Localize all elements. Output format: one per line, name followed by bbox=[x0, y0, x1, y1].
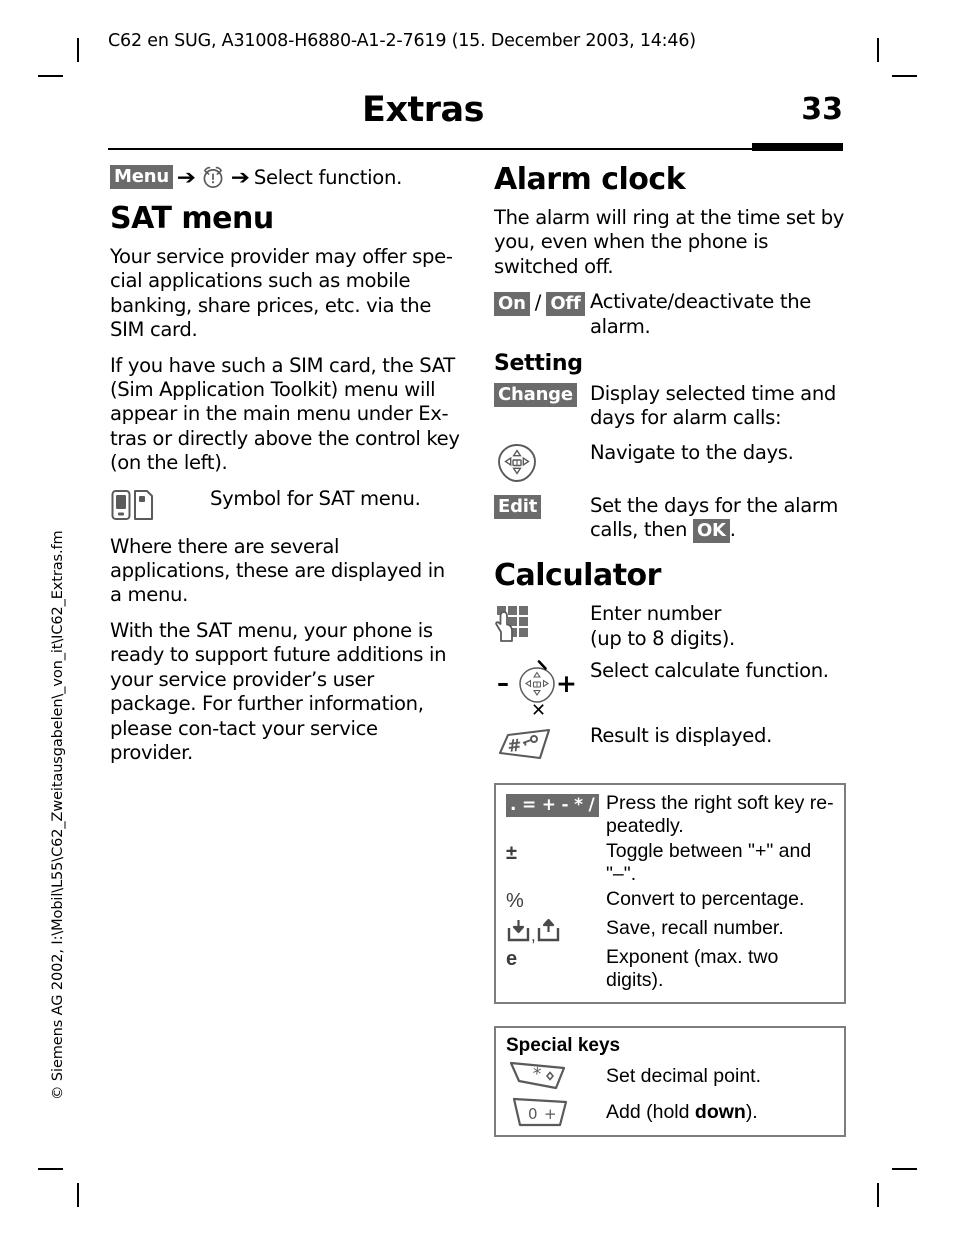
special-keys-title: Special keys bbox=[506, 1035, 621, 1057]
table-row: . = + - * / Press the right soft key re-… bbox=[504, 792, 836, 838]
arrow-right-icon-1: ➔ bbox=[176, 165, 196, 189]
crop-mark-top-left-vertical bbox=[77, 38, 79, 62]
zero-key-desc-post: ). bbox=[745, 1101, 758, 1124]
crop-mark-bottom-right-vertical bbox=[877, 1183, 879, 1207]
plus-minus-glyph: ± bbox=[506, 842, 517, 865]
table-row: ± Toggle between "+" and "–". bbox=[504, 840, 836, 886]
ok-button[interactable]: OK bbox=[692, 519, 730, 544]
table-row: , Save, recall number. bbox=[504, 917, 836, 944]
crop-mark-top-left-horizontal bbox=[38, 75, 63, 77]
star-key-description: Set decimal point. bbox=[606, 1065, 762, 1088]
section-title-calculator: Calculator bbox=[494, 558, 661, 594]
svg-text:✕: ✕ bbox=[531, 700, 546, 718]
special-keys-box: Special keys * Set decimal point. 0 + Ad… bbox=[494, 1026, 846, 1138]
menu-path-tail: Select function. bbox=[253, 165, 403, 189]
calc-enter-number-description: Enter number (up to 8 digits). bbox=[590, 602, 735, 650]
star-key-icon: * bbox=[504, 1059, 606, 1093]
setting-row-navigate: Navigate to the days. bbox=[494, 441, 846, 484]
svg-text:0: 0 bbox=[528, 1105, 538, 1123]
softkey-symbols-description: Press the right soft key re-peatedly. bbox=[606, 792, 834, 838]
exponent-glyph: e bbox=[506, 948, 518, 971]
softkey-symbols-cell: . = + - * / bbox=[504, 792, 606, 819]
calc-result-description: Result is displayed. bbox=[590, 724, 772, 748]
percent-glyph: % bbox=[506, 890, 524, 913]
crop-mark-top-right-horizontal bbox=[892, 75, 917, 77]
plus-minus-description: Toggle between "+" and "–". bbox=[606, 840, 812, 886]
section-title-sat-menu: SAT menu bbox=[110, 201, 274, 236]
setting-edit-desc-post: . bbox=[729, 518, 736, 542]
running-header: C62 en SUG, A31008-H6880-A1-2-7619 (15. … bbox=[108, 31, 696, 51]
menu-path-line: Menu ➔ ➔ Select function. bbox=[110, 163, 462, 191]
crop-mark-bottom-left-horizontal bbox=[38, 1168, 63, 1170]
zero-key-description: Add (hold down). bbox=[606, 1095, 836, 1124]
calc-select-function-description: Select calculate function. bbox=[590, 659, 829, 683]
menu-button[interactable]: Menu bbox=[110, 165, 173, 189]
paragraph-sat-1: Your service provider may offer spe-cial… bbox=[110, 245, 453, 342]
setting-navigate-description: Navigate to the days. bbox=[590, 440, 794, 464]
setting-change-description: Display selected time and days for alarm… bbox=[590, 382, 836, 430]
percent-description: Convert to percentage. bbox=[606, 888, 805, 911]
page-number: 33 bbox=[801, 92, 843, 127]
table-row: e Exponent (max. two digits). bbox=[504, 946, 836, 992]
sat-symbol-label: Symbol for SAT menu. bbox=[210, 486, 421, 510]
paragraph-sat-2: If you have such a SIM card, the SAT (Si… bbox=[110, 353, 460, 475]
paragraph-sat-3: Where there are several applications, th… bbox=[110, 534, 445, 607]
calc-row-enter-number: Enter number (up to 8 digits). bbox=[494, 602, 846, 651]
crop-mark-bottom-right-horizontal bbox=[892, 1168, 917, 1170]
paragraph-alarm-intro: The alarm will ring at the time set by y… bbox=[494, 206, 845, 278]
exponent-description: Exponent (max. two digits). bbox=[606, 946, 779, 992]
control-key-icon bbox=[494, 441, 590, 484]
section-title-alarm-clock: Alarm clock bbox=[494, 162, 686, 197]
sat-symbol-row: Symbol for SAT menu. bbox=[110, 487, 462, 522]
side-footer-note: © Siemens AG 2002, I:\Mobil\L55\C62_Zwei… bbox=[50, 530, 66, 1100]
alarm-clock-icon bbox=[199, 163, 227, 191]
paragraph-sat-4: With the SAT menu, your phone is ready t… bbox=[110, 618, 447, 764]
alarm-onoff-row: On / Off Activate/deactivate the alarm. bbox=[494, 290, 846, 339]
setting-row-edit: Edit Set the days for the alarm calls, t… bbox=[494, 494, 846, 544]
edit-button[interactable]: Edit bbox=[494, 494, 542, 519]
table-row: * Set decimal point. bbox=[504, 1059, 836, 1093]
arrow-right-icon-2: ➔ bbox=[231, 165, 251, 189]
change-button[interactable]: Change bbox=[494, 383, 577, 408]
left-column: Menu ➔ ➔ Select function. SAT menu Your … bbox=[110, 163, 462, 776]
edit-key-cell: Edit bbox=[494, 494, 590, 519]
off-button[interactable]: Off bbox=[546, 292, 585, 317]
svg-text:*: * bbox=[531, 1064, 542, 1085]
setting-row-change: Change Display selected time and days fo… bbox=[494, 382, 846, 431]
zero-key-desc-bold: down bbox=[694, 1101, 746, 1124]
save-recall-description: Save, recall number. bbox=[606, 917, 784, 940]
calc-row-select-function: – + ✕ Select calculate function. bbox=[494, 659, 846, 718]
zero-key-icon: 0 + bbox=[504, 1095, 606, 1129]
calc-row-result: # Result is displayed. bbox=[494, 724, 846, 767]
on-button[interactable]: On bbox=[494, 292, 530, 317]
svg-text:+: + bbox=[544, 1105, 557, 1123]
page-header-block: Extras 33 bbox=[108, 90, 843, 148]
table-row: 0 + Add (hold down). bbox=[504, 1095, 836, 1129]
svg-text:–: – bbox=[497, 669, 509, 697]
keypad-hand-icon bbox=[494, 602, 590, 645]
zero-key-desc-pre: Add (hold bbox=[606, 1101, 695, 1124]
table-row: % Convert to percentage. bbox=[504, 888, 836, 915]
subsection-title-setting: Setting bbox=[494, 351, 583, 377]
setting-edit-description: Set the days for the alarm calls, then O… bbox=[590, 494, 846, 544]
svg-text:,: , bbox=[531, 926, 536, 944]
control-key-math-icon: – + ✕ bbox=[494, 659, 590, 718]
svg-text:+: + bbox=[556, 669, 577, 698]
header-rule-thin bbox=[108, 148, 752, 151]
crop-mark-top-right-vertical bbox=[877, 38, 879, 62]
calculator-keys-box: . = + - * / Press the right soft key re-… bbox=[494, 783, 846, 1005]
page-title: Extras bbox=[362, 90, 484, 130]
hash-key-icon: # bbox=[494, 724, 590, 767]
alarm-onoff-description: Activate/deactivate the alarm. bbox=[590, 290, 811, 338]
svg-text:#: # bbox=[506, 736, 522, 757]
change-key-cell: Change bbox=[494, 382, 590, 408]
crop-mark-bottom-left-vertical bbox=[77, 1183, 79, 1207]
right-column: Alarm clock The alarm will ring at the t… bbox=[494, 162, 846, 1138]
onoff-separator: / bbox=[534, 291, 542, 315]
alarm-onoff-keys: On / Off bbox=[494, 290, 590, 317]
phone-sim-icon bbox=[110, 487, 210, 522]
softkey-symbols-chip[interactable]: . = + - * / bbox=[506, 794, 599, 818]
header-rule-thick bbox=[752, 143, 843, 151]
save-recall-icons: , bbox=[504, 917, 606, 944]
